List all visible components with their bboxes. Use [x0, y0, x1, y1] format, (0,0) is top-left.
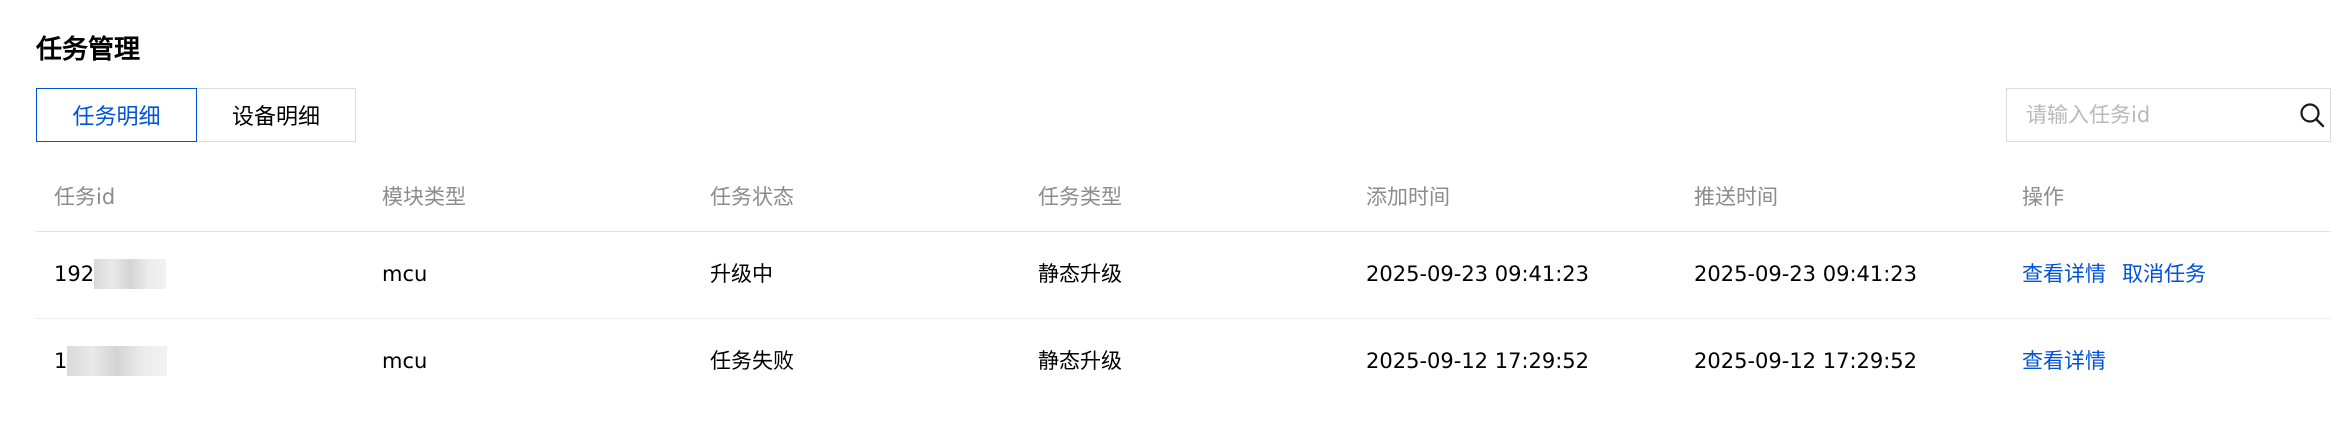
tab-task-details[interactable]: 任务明细	[36, 88, 197, 142]
column-header-task-id: 任务id	[54, 185, 116, 209]
push-time-cell: 2025-09-12 17:29:52	[1694, 349, 1918, 373]
actions-cell: 查看详情 取消任务	[2022, 259, 2206, 289]
task-id-text: 192	[54, 262, 95, 286]
column-header-actions: 操作	[2022, 185, 2064, 209]
redacted-blur	[67, 346, 168, 376]
task-id-cell: 1	[54, 346, 168, 376]
redacted-blur	[94, 259, 167, 289]
tab-device-details[interactable]: 设备明细	[197, 88, 356, 142]
search-box	[2006, 88, 2331, 142]
view-details-link[interactable]: 查看详情	[2022, 349, 2106, 373]
table-header: 任务id 模块类型 任务状态 任务类型 添加时间 推送时间 操作	[36, 160, 2331, 232]
task-table: 任务id 模块类型 任务状态 任务类型 添加时间 推送时间 操作 192 mcu…	[36, 160, 2331, 405]
actions-cell: 查看详情	[2022, 346, 2106, 376]
task-type-cell: 静态升级	[1038, 349, 1122, 373]
task-type-cell: 静态升级	[1038, 262, 1122, 286]
module-type-cell: mcu	[382, 262, 428, 286]
task-status-cell: 升级中	[710, 262, 773, 286]
view-details-link[interactable]: 查看详情	[2022, 262, 2106, 286]
column-header-task-status: 任务状态	[710, 185, 794, 209]
task-id-text: 1	[54, 349, 68, 373]
column-header-task-type: 任务类型	[1038, 185, 1122, 209]
cancel-task-link[interactable]: 取消任务	[2122, 262, 2206, 286]
task-management-page: 任务管理 任务明细 设备明细 任务id 模块类型 任务状态 任务类型 添加时间 …	[0, 0, 2346, 438]
added-time-cell: 2025-09-23 09:41:23	[1366, 262, 1590, 286]
table-row: 1 mcu 任务失败 静态升级 2025-09-12 17:29:52 2025…	[36, 319, 2331, 405]
page-title: 任务管理	[36, 35, 141, 65]
column-header-added-time: 添加时间	[1366, 185, 1450, 209]
task-id-cell: 192	[54, 259, 167, 289]
column-header-push-time: 推送时间	[1694, 185, 1778, 209]
tab-bar: 任务明细 设备明细	[36, 88, 356, 142]
search-input[interactable]	[2007, 89, 2294, 141]
task-status-cell: 任务失败	[710, 349, 794, 373]
push-time-cell: 2025-09-23 09:41:23	[1694, 262, 1918, 286]
table-row: 192 mcu 升级中 静态升级 2025-09-23 09:41:23 202…	[36, 232, 2331, 319]
added-time-cell: 2025-09-12 17:29:52	[1366, 349, 1590, 373]
module-type-cell: mcu	[382, 349, 428, 373]
search-icon[interactable]	[2294, 89, 2330, 141]
column-header-module-type: 模块类型	[382, 185, 466, 209]
